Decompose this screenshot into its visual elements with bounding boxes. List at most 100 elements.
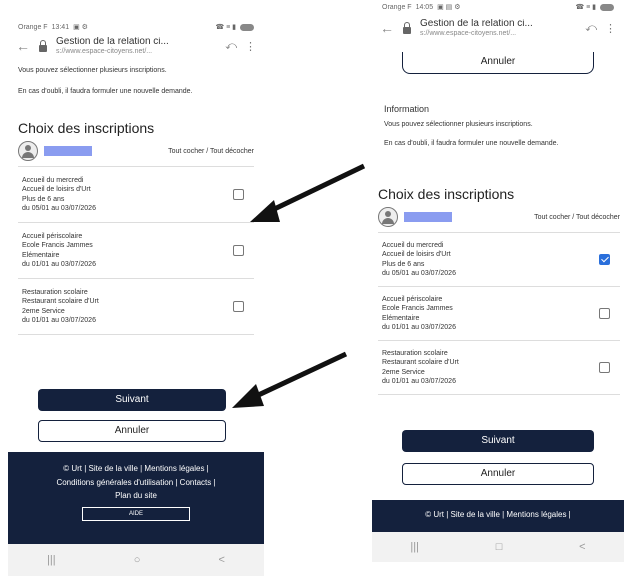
recent-apps-icon[interactable]: |||	[47, 554, 56, 566]
share-icon[interactable]: ⤺	[585, 22, 597, 35]
section-title: Choix des inscriptions	[18, 120, 155, 137]
cancel-button[interactable]: Annuler	[402, 463, 594, 485]
recent-apps-icon[interactable]: |||	[410, 541, 419, 553]
item-line: du 01/01 au 03/07/2026	[382, 377, 456, 385]
status-bar: Orange F 13:41 ▣ ⚙ ☎ ≡ ▮	[8, 20, 264, 34]
more-menu-icon[interactable]: ⋮	[245, 40, 256, 53]
item-line: Plus de 6 ans	[382, 260, 425, 268]
toggle-all-link[interactable]: Tout cocher / Tout décocher	[534, 214, 620, 221]
item-line: Elémentaire	[22, 251, 60, 259]
battery-icon	[240, 23, 254, 31]
intro-text-1: Vous pouvez sélectionner plusieurs inscr…	[18, 67, 167, 74]
home-icon[interactable]: □	[496, 541, 503, 553]
browser-title-area[interactable]: Gestion de la relation ci... s://www.esp…	[420, 19, 577, 37]
item-line: Accueil du mercredi	[22, 176, 84, 184]
next-button[interactable]: Suivant	[38, 389, 226, 411]
list-item: Accueil du mercredi Accueil de loisirs d'…	[378, 233, 620, 287]
item-line: Accueil périscolaire	[382, 295, 443, 303]
list-item: Accueil du mercredi Accueil de loisirs d'…	[18, 167, 254, 224]
item-line: Restaurant scolaire d'Urt	[22, 298, 99, 306]
right-phone-screenshot: Orange F 14:05 ▣ ▤ ⚙ ☎ ≡ ▮ ← Gestion de la…	[372, 0, 624, 566]
footer-line[interactable]: Plan du site	[8, 489, 264, 503]
android-nav-bar: ||| ○ <	[8, 544, 264, 576]
help-button[interactable]: AIDE	[82, 506, 190, 521]
toggle-all-link[interactable]: Tout cocher / Tout décocher	[168, 148, 254, 155]
lock-icon[interactable]	[402, 22, 412, 34]
top-cancel-button[interactable]: Annuler	[402, 52, 594, 74]
annotation-arrow-to-next-button	[232, 351, 348, 408]
item-line: du 01/01 au 03/07/2026	[22, 261, 96, 269]
list-item: Restauration scolaire Restaurant scolaire…	[378, 341, 620, 395]
item-line: Accueil du mercredi	[382, 241, 444, 249]
page-title: Gestion de la relation ci...	[56, 37, 169, 48]
item-checkbox[interactable]	[599, 362, 610, 373]
avatar-icon	[378, 207, 398, 227]
browser-bar: ← Gestion de la relation ci... s://www.e…	[8, 34, 264, 58]
next-button[interactable]: Suivant	[402, 430, 594, 452]
clock: 13:41	[51, 23, 70, 31]
annotation-arrow-to-checkbox	[250, 163, 366, 222]
status-icons: ▣ ▤ ⚙	[437, 4, 461, 11]
carrier-label: Orange F	[382, 3, 412, 11]
item-line: Plus de 6 ans	[22, 195, 65, 203]
inscription-list: Accueil du mercredi Accueil de loisirs d'…	[378, 232, 620, 395]
footer-line[interactable]: © Urt | Site de la ville | Mentions léga…	[8, 462, 264, 476]
more-menu-icon[interactable]: ⋮	[605, 22, 616, 35]
signal-icons: ☎ ≡ ▮	[575, 4, 596, 11]
page-title: Gestion de la relation ci...	[420, 19, 533, 30]
back-icon[interactable]: <	[219, 554, 225, 566]
footer-line[interactable]: © Urt | Site de la ville | Mentions léga…	[372, 508, 624, 522]
item-line: Restauration scolaire	[22, 288, 88, 296]
item-line: du 01/01 au 03/07/2026	[382, 323, 456, 331]
redacted-name	[44, 146, 92, 157]
left-phone-screenshot: Orange F 13:41 ▣ ⚙ ☎ ≡ ▮ ← Gestion de la r…	[8, 20, 264, 576]
user-row: Tout cocher / Tout décocher	[378, 206, 620, 228]
inscription-list: Accueil du mercredi Accueil de loisirs d'…	[18, 166, 254, 336]
section-title: Choix des inscriptions	[378, 186, 515, 202]
back-icon[interactable]: <	[579, 541, 585, 553]
battery-icon	[600, 3, 614, 11]
browser-bar: ← Gestion de la relation ci... s://www.e…	[372, 14, 624, 42]
item-line: Ecole Francis Jammes	[382, 305, 453, 313]
item-line: Ecole Francis Jammes	[22, 242, 93, 250]
footer: © Urt | Site de la ville | Mentions léga…	[372, 500, 624, 532]
cancel-button[interactable]: Annuler	[38, 420, 226, 442]
home-icon[interactable]: ○	[134, 554, 141, 566]
user-row: Tout cocher / Tout décocher	[18, 140, 254, 162]
android-nav-bar: ||| □ <	[372, 532, 624, 562]
browser-title-area[interactable]: Gestion de la relation ci... s://www.esp…	[56, 37, 217, 55]
item-line: Accueil de loisirs d'Urt	[382, 251, 451, 259]
intro-text-1: Vous pouvez sélectionner plusieurs inscr…	[384, 121, 533, 128]
item-checkbox-checked[interactable]	[599, 254, 610, 265]
avatar-icon	[18, 141, 38, 162]
back-arrow-icon[interactable]: ←	[16, 38, 30, 54]
item-line: Accueil périscolaire	[22, 232, 83, 240]
clock: 14:05	[415, 3, 434, 11]
lock-icon[interactable]	[38, 40, 48, 52]
item-checkbox[interactable]	[599, 308, 610, 319]
item-line: 2eme Service	[22, 307, 65, 315]
item-line: Restauration scolaire	[382, 349, 448, 357]
redacted-name	[404, 212, 452, 222]
item-line: du 01/01 au 03/07/2026	[22, 317, 96, 325]
list-item: Accueil périscolaire Ecole Francis Jammes…	[18, 223, 254, 280]
list-item: Accueil périscolaire Ecole Francis Jammes…	[378, 287, 620, 341]
intro-text-2: En cas d'oubli, il faudra formuler une n…	[384, 140, 559, 148]
page-url: s://www.espace-citoyens.net/...	[56, 47, 153, 55]
item-line: Accueil de loisirs d'Urt	[22, 186, 91, 194]
signal-icons: ☎ ≡ ▮	[215, 24, 236, 31]
intro-text-2: En cas d'oubli, il faudra formuler une n…	[18, 88, 193, 96]
carrier-label: Orange F	[18, 23, 48, 31]
share-icon[interactable]: ⤺	[225, 40, 237, 53]
item-line: Elémentaire	[382, 314, 420, 322]
item-checkbox[interactable]	[233, 245, 244, 257]
item-line: du 05/01 au 03/07/2026	[382, 269, 456, 277]
list-item: Restauration scolaire Restaurant scolaire…	[18, 279, 254, 336]
item-line: 2eme Service	[382, 368, 425, 376]
page-url: s://www.espace-citoyens.net/...	[420, 29, 517, 37]
item-checkbox[interactable]	[233, 301, 244, 313]
back-arrow-icon[interactable]: ←	[380, 20, 394, 36]
status-icons: ▣ ⚙	[73, 24, 88, 31]
footer-line[interactable]: Conditions générales d'utilisation | Con…	[8, 476, 264, 490]
info-title: Information	[384, 104, 430, 114]
